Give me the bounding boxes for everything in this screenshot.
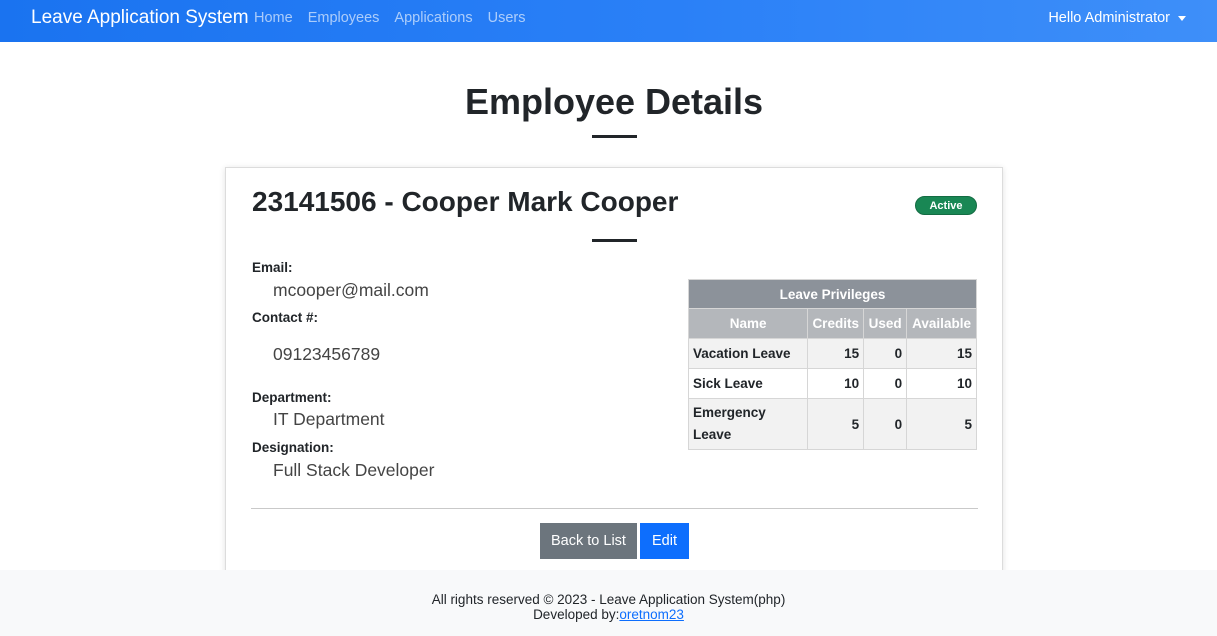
cell-name: Sick Leave bbox=[687, 368, 809, 399]
table-row: Emergency Leave 5 0 5 bbox=[687, 398, 977, 450]
cell-available: 5 bbox=[906, 398, 977, 450]
cell-available: 10 bbox=[906, 368, 977, 399]
cell-name: Vacation Leave bbox=[687, 338, 809, 369]
email-label: Email: bbox=[252, 260, 293, 275]
employee-heading: 23141506 - Cooper Mark Cooper bbox=[252, 186, 679, 217]
brand-link[interactable]: Leave Application System bbox=[31, 7, 249, 29]
table-row: Vacation Leave 15 0 15 bbox=[687, 338, 977, 369]
nav-links: Home Employees Applications Users bbox=[254, 9, 540, 27]
nav-link-applications[interactable]: Applications bbox=[394, 9, 472, 27]
caret-down-icon bbox=[1178, 16, 1186, 21]
table-row: Sick Leave 10 0 10 bbox=[687, 368, 977, 399]
title-underline bbox=[592, 135, 637, 138]
cell-credits: 10 bbox=[807, 368, 865, 399]
department-value: IT Department bbox=[273, 409, 385, 429]
contact-value: 09123456789 bbox=[273, 344, 381, 364]
top-navbar: Leave Application System Home Employees … bbox=[0, 0, 1217, 42]
nav-link-home[interactable]: Home bbox=[254, 9, 293, 27]
department-label: Department: bbox=[252, 390, 332, 405]
edit-button[interactable]: Edit bbox=[640, 523, 689, 559]
footer-developed-by: Developed by: bbox=[533, 607, 620, 622]
card-divider bbox=[251, 508, 978, 509]
cell-available: 15 bbox=[906, 338, 977, 369]
cell-credits: 15 bbox=[807, 338, 865, 369]
user-menu-dropdown[interactable]: Hello Administrator bbox=[1048, 9, 1186, 27]
designation-value: Full Stack Developer bbox=[273, 460, 435, 480]
status-badge: Active bbox=[915, 196, 977, 215]
page-footer: All rights reserved © 2023 - Leave Appli… bbox=[0, 570, 1217, 636]
cell-used: 0 bbox=[863, 338, 908, 369]
column-header-name: Name bbox=[687, 308, 809, 339]
developer-link[interactable]: oretnom23 bbox=[619, 607, 684, 622]
designation-label: Designation: bbox=[252, 440, 334, 455]
cell-used: 0 bbox=[863, 368, 908, 399]
footer-rights: All rights reserved © 2023 - Leave Appli… bbox=[431, 592, 786, 607]
column-header-available: Available bbox=[906, 308, 977, 339]
footer-credit: Developed by:oretnom23 bbox=[0, 607, 1217, 623]
contact-label: Contact #: bbox=[252, 310, 319, 325]
nav-link-employees[interactable]: Employees bbox=[308, 9, 380, 27]
column-header-used: Used bbox=[863, 308, 908, 339]
employee-details-card: 23141506 - Cooper Mark Cooper Active Ema… bbox=[225, 167, 1003, 587]
table-caption: Leave Privileges bbox=[688, 279, 977, 309]
column-header-credits: Credits bbox=[807, 308, 865, 339]
leave-privileges-table: Leave Privileges Name Credits Used Avail… bbox=[687, 279, 977, 450]
cell-name: Emergency Leave bbox=[687, 398, 809, 450]
cell-credits: 5 bbox=[807, 398, 865, 450]
nav-link-users[interactable]: Users bbox=[488, 9, 526, 27]
email-value: mcooper@mail.com bbox=[273, 280, 429, 300]
heading-underline bbox=[592, 239, 637, 242]
back-to-list-button[interactable]: Back to List bbox=[540, 523, 637, 559]
cell-used: 0 bbox=[863, 398, 908, 450]
user-menu-label: Hello Administrator bbox=[1048, 10, 1170, 26]
page-title: Employee Details bbox=[464, 81, 764, 122]
